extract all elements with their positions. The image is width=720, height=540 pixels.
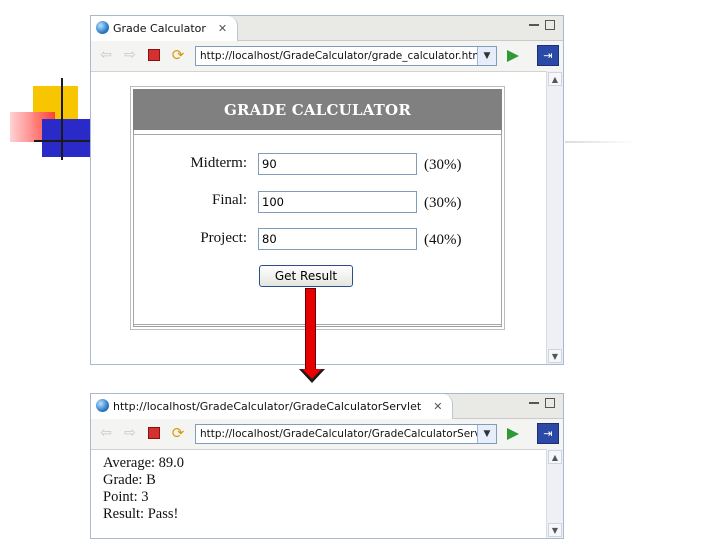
minimize-icon[interactable]: [529, 20, 539, 26]
tab-servlet[interactable]: http://localhost/GradeCalculator/GradeCa…: [91, 394, 454, 419]
form-title: GRADE CALCULATOR: [133, 89, 502, 130]
go-icon[interactable]: [507, 428, 519, 440]
vertical-scrollbar[interactable]: ▲ ▼: [546, 71, 563, 364]
final-weight: (30%): [424, 195, 462, 211]
maximize-icon[interactable]: [545, 398, 555, 408]
vertical-scrollbar[interactable]: ▲ ▼: [546, 449, 563, 538]
tab-bar: Grade Calculator ✕: [91, 16, 563, 41]
chevron-down-icon[interactable]: ▼: [477, 47, 496, 65]
scroll-down-icon[interactable]: ▼: [548, 349, 562, 363]
browser-toolbar: ⇦ ⇨ ⟳ http://localhost/GradeCalculator/g…: [91, 41, 563, 72]
project-label: Project:: [200, 230, 247, 246]
close-icon[interactable]: ✕: [218, 22, 227, 35]
get-result-button[interactable]: Get Result: [259, 265, 353, 287]
flow-arrow-shaft: [305, 288, 316, 370]
stop-icon[interactable]: [145, 47, 163, 63]
tab-title: http://localhost/GradeCalculator/GradeCa…: [113, 400, 422, 413]
forward-arrow-icon[interactable]: ⇨: [121, 425, 139, 441]
eclipse-icon[interactable]: ⇥: [537, 45, 559, 66]
minimize-icon[interactable]: [529, 398, 539, 404]
forward-arrow-icon[interactable]: ⇨: [121, 47, 139, 63]
decor-horizontal-line: [34, 140, 92, 142]
back-arrow-icon[interactable]: ⇦: [97, 47, 115, 63]
globe-icon: [96, 21, 109, 34]
scroll-up-icon[interactable]: ▲: [548, 450, 562, 464]
final-input[interactable]: [258, 191, 417, 213]
tab-title: Grade Calculator: [113, 22, 206, 35]
tab-bar: http://localhost/GradeCalculator/GradeCa…: [91, 394, 563, 419]
decor-blue-square: [42, 119, 92, 157]
final-label: Final:: [211, 192, 247, 208]
maximize-icon[interactable]: [545, 20, 555, 30]
stop-icon[interactable]: [145, 425, 163, 441]
result-point: Point: 3: [103, 489, 149, 505]
close-icon[interactable]: ✕: [433, 400, 442, 413]
refresh-icon[interactable]: ⟳: [169, 46, 187, 64]
url-input[interactable]: http://localhost/GradeCalculator/grade_c…: [195, 46, 497, 66]
project-weight: (40%): [424, 232, 462, 248]
go-icon[interactable]: [507, 50, 519, 62]
decor-rule: [565, 141, 637, 143]
globe-icon: [96, 399, 109, 412]
url-input[interactable]: http://localhost/GradeCalculator/GradeCa…: [195, 424, 497, 444]
chevron-down-icon[interactable]: ▼: [477, 425, 496, 443]
refresh-icon[interactable]: ⟳: [169, 424, 187, 442]
result-status: Result: Pass!: [103, 506, 179, 520]
midterm-label: Midterm:: [190, 155, 247, 171]
result-grade: Grade: B: [103, 472, 156, 488]
decor-vertical-line: [61, 78, 63, 160]
tab-grade-calculator[interactable]: Grade Calculator ✕: [91, 16, 239, 41]
browser-toolbar: ⇦ ⇨ ⟳ http://localhost/GradeCalculator/G…: [91, 419, 563, 450]
back-arrow-icon[interactable]: ⇦: [97, 425, 115, 441]
scroll-up-icon[interactable]: ▲: [548, 72, 562, 86]
result-average: Average: 89.0: [103, 455, 185, 471]
midterm-weight: (30%): [424, 157, 462, 173]
eclipse-icon[interactable]: ⇥: [537, 423, 559, 444]
midterm-input[interactable]: [258, 153, 417, 175]
flow-arrow-head: [302, 369, 322, 379]
scroll-down-icon[interactable]: ▼: [548, 523, 562, 537]
project-input[interactable]: [258, 228, 417, 250]
